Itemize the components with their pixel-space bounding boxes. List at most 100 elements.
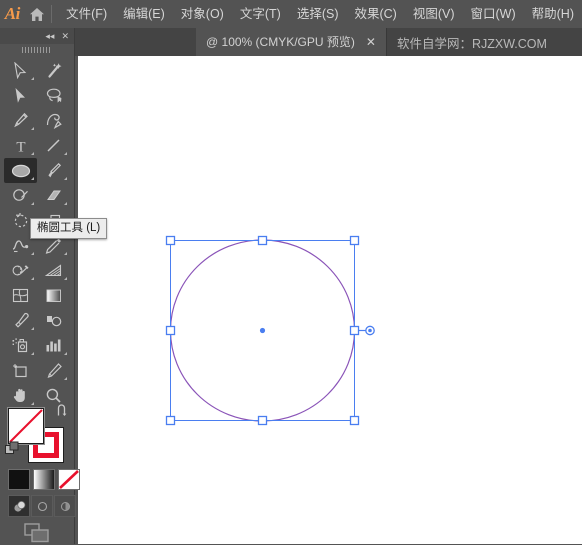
- flyout-triangle-icon: [64, 202, 67, 205]
- tool-column-graph[interactable]: [37, 333, 70, 358]
- drawing-mode-buttons: [8, 495, 76, 517]
- flyout-triangle-icon: [64, 152, 67, 155]
- draw-normal-button[interactable]: [8, 495, 30, 517]
- tool-direct-selection[interactable]: [4, 83, 37, 108]
- screen-mode-icon: [24, 523, 49, 543]
- menu-view[interactable]: 视图(V): [405, 2, 463, 26]
- flyout-triangle-icon: [64, 277, 67, 280]
- tool-eyedropper[interactable]: [4, 308, 37, 333]
- close-panel-icon[interactable]: ✕: [61, 31, 69, 41]
- home-icon[interactable]: [25, 0, 50, 28]
- menu-type[interactable]: 文字(T): [232, 2, 289, 26]
- close-icon[interactable]: ✕: [364, 34, 378, 50]
- menu-file[interactable]: 文件(F): [58, 2, 115, 26]
- tool-shape-builder[interactable]: [4, 258, 37, 283]
- flyout-triangle-icon: [31, 252, 34, 255]
- flyout-triangle-icon: [31, 352, 34, 355]
- flyout-triangle-icon: [64, 252, 67, 255]
- slice-knife-icon: [47, 363, 62, 378]
- draw-behind-icon: [37, 501, 47, 511]
- tools-panel: ◂◂ ✕ T 椭圆工具 (L): [0, 28, 108, 545]
- color-mode-button[interactable]: [8, 469, 30, 490]
- free-transform-icon: [45, 238, 61, 254]
- menu-bar: Ai 文件(F) 编辑(E) 对象(O) 文字(T) 选择(S) 效果(C) 视…: [0, 0, 582, 28]
- artboard-icon: [13, 364, 27, 378]
- swap-fill-stroke-icon[interactable]: [55, 404, 69, 418]
- canvas-artboard[interactable]: [78, 56, 582, 544]
- tool-line-segment[interactable]: [37, 133, 70, 158]
- tool-tooltip: 椭圆工具 (L): [30, 218, 108, 239]
- tool-shaper[interactable]: [4, 183, 37, 208]
- curvature-icon: [46, 113, 62, 129]
- tool-gradient[interactable]: [37, 283, 70, 308]
- paintbrush-icon: [48, 162, 62, 178]
- collapse-panel-icon[interactable]: ◂◂: [45, 31, 54, 41]
- tool-pen[interactable]: [4, 108, 37, 133]
- gradient-mode-button[interactable]: [33, 469, 55, 490]
- tool-blend[interactable]: [37, 308, 70, 333]
- type-t-icon: T: [16, 140, 25, 155]
- menu-window[interactable]: 窗口(W): [463, 2, 524, 26]
- none-mode-button[interactable]: [58, 469, 80, 490]
- menu-select[interactable]: 选择(S): [289, 2, 347, 26]
- menu-object[interactable]: 对象(O): [173, 2, 232, 26]
- rotate-icon: [14, 213, 27, 228]
- symbol-sprayer-icon: [12, 338, 28, 353]
- live-shape-radius-widget[interactable]: [359, 325, 375, 336]
- tool-selection[interactable]: [4, 58, 37, 83]
- tool-symbol-sprayer[interactable]: [4, 333, 37, 358]
- flyout-triangle-icon: [31, 327, 34, 330]
- bar-graph-icon: [46, 339, 61, 352]
- shape-builder-icon: [12, 265, 29, 276]
- draw-inside-button[interactable]: [54, 495, 76, 517]
- tool-lasso[interactable]: [37, 83, 70, 108]
- flyout-triangle-icon: [31, 177, 34, 180]
- tool-paintbrush[interactable]: [37, 158, 70, 183]
- tool-curvature[interactable]: [37, 108, 70, 133]
- blend-icon: [47, 316, 62, 327]
- flyout-triangle-icon: [31, 202, 34, 205]
- hand-icon: [13, 388, 25, 402]
- tool-mesh[interactable]: [4, 283, 37, 308]
- eraser-icon: [46, 190, 61, 200]
- tool-magic-wand[interactable]: [37, 58, 70, 83]
- menu-item-list: 文件(F) 编辑(E) 对象(O) 文字(T) 选择(S) 效果(C) 视图(V…: [58, 2, 582, 26]
- flyout-triangle-icon: [64, 377, 67, 380]
- eyedropper-icon: [14, 312, 29, 328]
- draw-inside-icon: [60, 501, 70, 511]
- tool-perspective-grid[interactable]: [37, 258, 70, 283]
- fill-stroke-swatches: [0, 403, 74, 465]
- shaper-icon: [12, 189, 28, 201]
- menu-edit[interactable]: 编辑(E): [115, 2, 173, 26]
- menu-help[interactable]: 帮助(H): [524, 2, 582, 26]
- panel-drag-grip[interactable]: [0, 44, 74, 56]
- change-screen-mode-button[interactable]: [0, 521, 74, 545]
- tool-slice[interactable]: [37, 358, 70, 383]
- flyout-triangle-icon: [64, 177, 67, 180]
- flyout-triangle-icon: [31, 77, 34, 80]
- pen-icon: [14, 112, 28, 128]
- document-tab-title: @ 100% (CMYK/GPU 预览): [206, 35, 355, 49]
- line-segment-icon: [47, 139, 60, 152]
- color-controls: [0, 403, 80, 545]
- flyout-triangle-icon: [31, 127, 34, 130]
- none-slash-icon: [9, 409, 43, 443]
- tool-eraser[interactable]: [37, 183, 70, 208]
- document-tab[interactable]: @ 100% (CMYK/GPU 预览) ✕: [196, 28, 387, 56]
- selected-ellipse-shape[interactable]: [78, 56, 582, 544]
- default-fill-stroke-icon[interactable]: [5, 441, 19, 455]
- draw-behind-button[interactable]: [31, 495, 53, 517]
- illustrator-window: Ai 文件(F) 编辑(E) 对象(O) 文字(T) 选择(S) 效果(C) 视…: [0, 0, 582, 544]
- tool-ellipse[interactable]: [4, 158, 37, 183]
- watermark-note: 软件自学网：RJZXW.COM: [396, 36, 547, 51]
- fill-swatch[interactable]: [8, 408, 44, 444]
- shape-center-point: [259, 327, 266, 334]
- selection-arrow-icon: [15, 88, 25, 103]
- menu-effect[interactable]: 效果(C): [346, 2, 404, 26]
- tool-artboard[interactable]: [4, 358, 37, 383]
- color-mode-buttons: [8, 469, 80, 490]
- magnifier-icon: [46, 388, 61, 403]
- menu-divider: [51, 5, 53, 23]
- flyout-triangle-icon: [31, 152, 34, 155]
- tool-type[interactable]: T: [4, 133, 37, 158]
